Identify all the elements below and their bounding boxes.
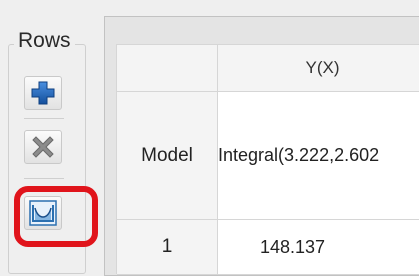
remove-row-button[interactable] xyxy=(24,130,62,164)
row-header-model[interactable]: Model xyxy=(117,92,218,220)
plus-icon xyxy=(31,81,55,105)
table-corner xyxy=(117,45,218,92)
rows-group-title: Rows xyxy=(14,29,75,53)
x-icon xyxy=(32,136,54,158)
table-cell-model-value[interactable]: Integral(3.222,2.602 xyxy=(218,92,419,220)
highlight-annotation xyxy=(14,186,98,247)
toolbar-separator xyxy=(24,118,64,119)
table-cell-row1-value[interactable]: 148.137 xyxy=(218,220,419,275)
column-header-yx[interactable]: Y(X) xyxy=(218,45,419,92)
data-table: Y(X) Model Integral(3.222,2.602 1 148.13… xyxy=(116,44,419,275)
row-header-1[interactable]: 1 xyxy=(117,220,218,275)
add-row-button[interactable] xyxy=(24,76,62,110)
toolbar-separator xyxy=(24,178,64,179)
